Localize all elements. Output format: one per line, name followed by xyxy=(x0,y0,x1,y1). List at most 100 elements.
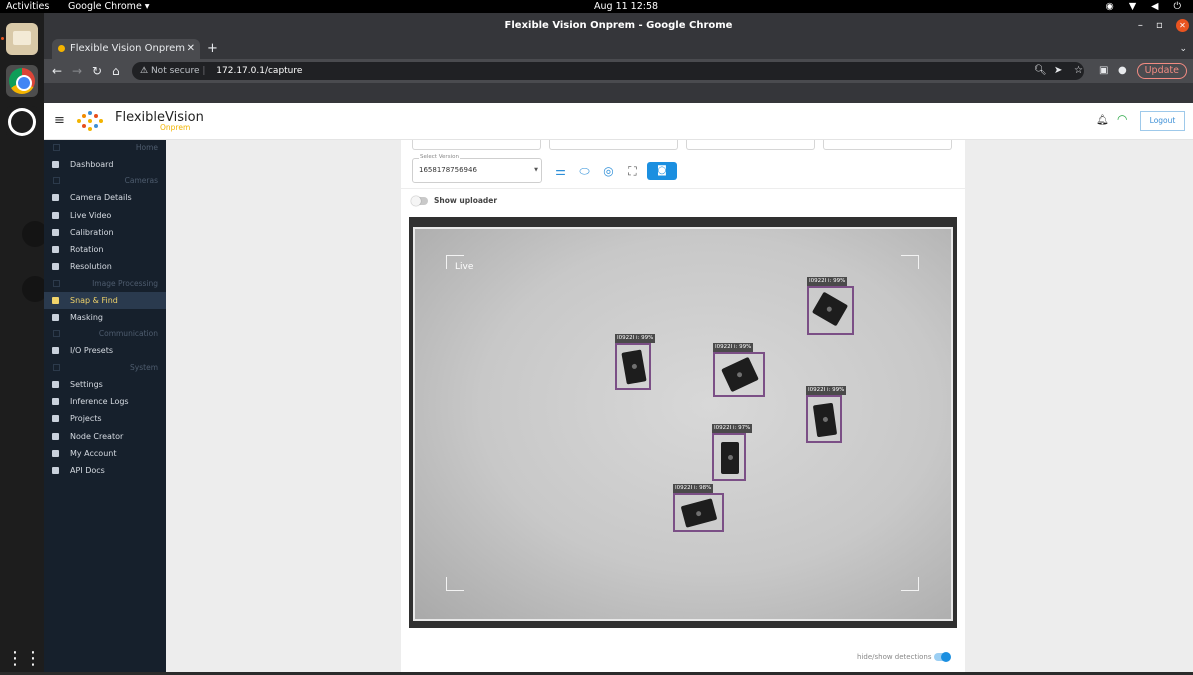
uploader-switch[interactable] xyxy=(411,196,428,206)
sidebar-item-i-o-presets[interactable]: I/O Presets xyxy=(44,342,166,359)
sidebar-item-label: Settings xyxy=(70,379,103,389)
back-icon[interactable]: ← xyxy=(52,59,62,83)
section-collapse-icon[interactable] xyxy=(53,279,60,287)
node-icon xyxy=(52,432,59,440)
profile-icon[interactable]: ● xyxy=(1118,59,1127,83)
select-field[interactable] xyxy=(823,140,952,150)
camera-icon: ◙ xyxy=(657,165,667,176)
sidebar-item-masking[interactable]: Masking xyxy=(44,309,166,326)
app-header: ≡ FlexibleVision Onprem 🔔︎ ◠ Logout xyxy=(44,103,1193,140)
show-apps-icon[interactable]: ⋮⋮⋮ xyxy=(6,643,60,675)
section-collapse-icon[interactable] xyxy=(53,177,60,185)
select-field[interactable] xyxy=(686,140,815,150)
tab-strip: Flexible Vision Onprem ✕ + ⌄ xyxy=(44,39,1193,59)
sidebar-item-label: Snap & Find xyxy=(70,295,118,305)
select-version-label: Select Version xyxy=(419,154,460,160)
url-text[interactable]: 172.17.0.1/capture xyxy=(216,66,302,76)
bookmark-star-icon[interactable]: ☆ xyxy=(1074,59,1083,83)
sidebar-item-snap-find[interactable]: Snap & Find xyxy=(44,291,166,310)
sidebar-item-node-creator[interactable]: Node Creator xyxy=(44,428,166,445)
section-collapse-icon[interactable] xyxy=(53,330,60,338)
maximize-icon[interactable]: ▫ xyxy=(1156,13,1163,39)
show-uploader-toggle[interactable]: Show uploader xyxy=(411,196,498,206)
tab-close-icon[interactable]: ✕ xyxy=(187,39,195,59)
detection-box: I0922I i: 97% xyxy=(712,424,753,481)
address-bar[interactable]: ⚠ Not secure | 172.17.0.1/capture xyxy=(132,62,1084,80)
scan-icon[interactable]: ⛶ xyxy=(625,164,640,179)
capture-button[interactable]: ◙ xyxy=(647,162,677,180)
sidebar-item-label: Masking xyxy=(70,313,103,323)
obs-icon[interactable] xyxy=(6,106,38,138)
sidebar-item-live-video[interactable]: Live Video xyxy=(44,207,166,224)
select-field[interactable] xyxy=(412,140,541,150)
sidebar-item-inference-logs[interactable]: Inference Logs xyxy=(44,393,166,410)
security-label[interactable]: Not secure xyxy=(151,66,200,76)
zoom-icon[interactable]: 🔍︎ xyxy=(1034,59,1047,83)
minimize-icon[interactable]: – xyxy=(1138,13,1143,39)
favicon-icon xyxy=(58,45,65,52)
tab-flexible-vision[interactable]: Flexible Vision Onprem ✕ xyxy=(52,39,200,59)
update-button[interactable]: Update xyxy=(1136,63,1187,79)
sliders-icon[interactable]: ⚌ xyxy=(553,164,568,179)
select-version-dropdown[interactable]: Select Version 1658178756946 ▼ xyxy=(412,154,542,183)
detection-label: I0922I i: 99% xyxy=(713,343,754,352)
sidebar-item-my-account[interactable]: My Account xyxy=(44,445,166,462)
camera-image xyxy=(413,227,953,621)
aperture-icon[interactable]: ⬭ xyxy=(577,164,592,179)
logout-button[interactable]: Logout xyxy=(1140,111,1185,131)
new-tab-icon[interactable]: + xyxy=(207,39,218,59)
sidebar: Home Dashboard Cameras Camera Details Live V… xyxy=(44,140,166,672)
activities-button[interactable]: Activities xyxy=(6,0,49,13)
select-version-value[interactable]: 1658178756946 xyxy=(419,166,477,174)
mask-icon xyxy=(52,314,59,322)
sidebar-item-label: I/O Presets xyxy=(70,346,114,356)
sidebar-section: Image Processing xyxy=(44,276,166,292)
sidebar-item-calibration[interactable]: Calibration xyxy=(44,224,166,241)
menu-icon[interactable]: ≡ xyxy=(54,113,65,128)
sidebar-section-label: Cameras xyxy=(124,176,158,186)
sidebar-item-rotation[interactable]: Rotation xyxy=(44,241,166,258)
send-icon[interactable]: ➤ xyxy=(1054,59,1062,83)
bell-icon[interactable]: 🔔︎ xyxy=(1096,115,1109,126)
detection-box: I0922I i: 99% xyxy=(713,343,765,397)
live-camera-feed[interactable]: Live I0922I i: 99% I0922I i: 99% I0922I … xyxy=(409,217,957,628)
sidebar-section: Home xyxy=(44,140,166,156)
app-menu[interactable]: Google Chrome ▾ xyxy=(68,0,150,13)
side-panel-icon[interactable]: ▣ xyxy=(1099,59,1108,83)
plug-icon xyxy=(52,347,59,355)
forward-icon[interactable]: → xyxy=(72,59,82,83)
detection-box: I0922I i: 99% xyxy=(806,386,847,443)
home-icon[interactable]: ⌂ xyxy=(112,59,120,83)
sidebar-item-api-docs[interactable]: API Docs xyxy=(44,462,166,479)
camera-icon xyxy=(52,194,59,202)
sidebar-section-label: Communication xyxy=(98,329,158,339)
files-icon[interactable] xyxy=(6,23,38,55)
sidebar-item-label: Projects xyxy=(70,414,102,424)
window-close-icon[interactable]: ✕ xyxy=(1176,19,1189,32)
detection-box: I0922I i: 98% xyxy=(673,484,724,532)
show-uploader-label: Show uploader xyxy=(434,196,498,205)
running-indicator xyxy=(1,37,4,40)
section-collapse-icon[interactable] xyxy=(53,363,60,371)
sidebar-item-label: API Docs xyxy=(70,466,105,476)
section-collapse-icon[interactable] xyxy=(53,144,60,151)
sidebar-item-projects[interactable]: Projects xyxy=(44,410,166,427)
hide-show-detections-toggle[interactable] xyxy=(934,652,951,662)
focus-icon[interactable]: ◎ xyxy=(601,164,616,179)
chevron-down-icon[interactable]: ▼ xyxy=(534,167,538,173)
warning-icon[interactable]: ⚠ xyxy=(140,66,148,76)
reload-icon[interactable]: ↻ xyxy=(92,59,102,83)
detection-label: I0922I i: 99% xyxy=(806,386,847,395)
sidebar-item-settings[interactable]: Settings xyxy=(44,376,166,393)
detection-label: I0922I i: 99% xyxy=(807,277,848,286)
log-icon xyxy=(52,397,59,405)
sidebar-item-camera-details[interactable]: Camera Details xyxy=(44,189,166,206)
system-tray[interactable]: ◉ ▼ ◀ ⏻ xyxy=(1106,0,1187,13)
tab-search-icon[interactable]: ⌄ xyxy=(1179,39,1187,59)
select-field[interactable] xyxy=(549,140,678,150)
sidebar-item-dashboard[interactable]: Dashboard xyxy=(44,156,166,173)
detection-box: I0922I i: 99% xyxy=(807,277,854,335)
clock[interactable]: Aug 11 12:58 xyxy=(594,0,658,13)
chrome-icon[interactable] xyxy=(6,65,38,97)
sidebar-item-resolution[interactable]: Resolution xyxy=(44,258,166,275)
